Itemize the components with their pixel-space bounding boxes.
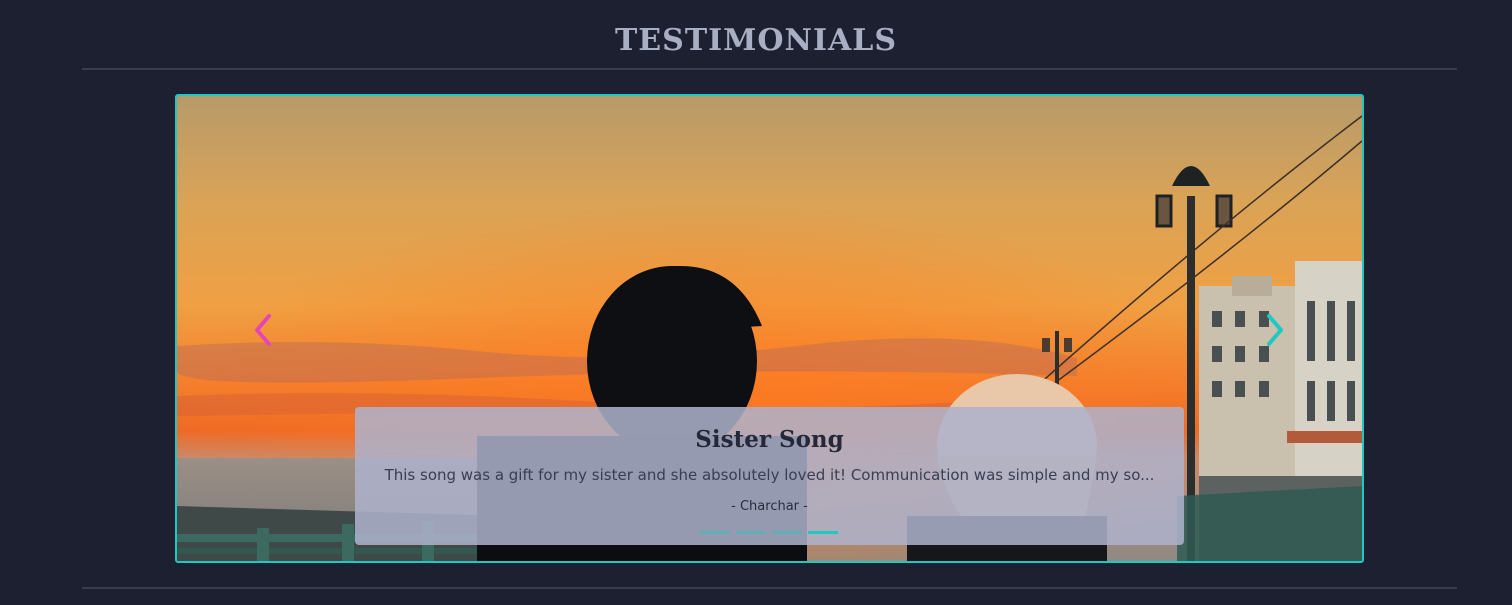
testimonial-author: - Charchar -: [731, 499, 808, 514]
top-divider: [82, 68, 1457, 70]
slide-indicator-3[interactable]: [772, 531, 802, 534]
slide-indicator-2[interactable]: [736, 531, 766, 534]
chevron-left-icon: [255, 314, 271, 346]
testimonial-caption: Sister Song This song was a gift for my …: [355, 407, 1184, 545]
testimonial-quote: This song was a gift for my sister and s…: [384, 466, 1155, 484]
testimonial-title: Sister Song: [695, 426, 844, 453]
chevron-right-icon: [1267, 314, 1283, 346]
section-title: TESTIMONIALS: [614, 23, 898, 58]
previous-slide-button[interactable]: [249, 310, 279, 350]
bottom-divider: [82, 587, 1457, 589]
carousel-indicators: [700, 531, 838, 534]
testimonial-carousel: Sister Song This song was a gift for my …: [175, 94, 1364, 563]
next-slide-button[interactable]: [1259, 310, 1289, 350]
slide-indicator-1[interactable]: [700, 531, 730, 534]
slide-indicator-4[interactable]: [808, 531, 838, 534]
testimonials-section: TESTIMONIALS Sister Song This song was a…: [0, 0, 1512, 605]
